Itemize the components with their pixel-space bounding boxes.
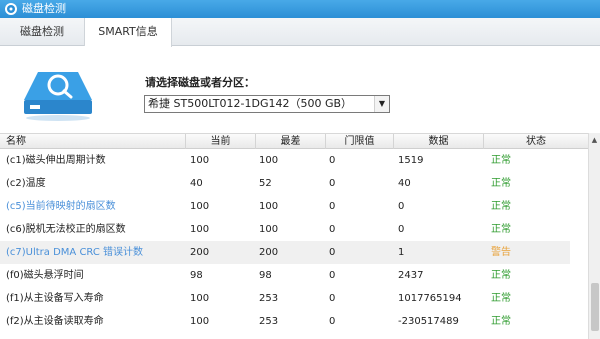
table-row-selected[interactable]: (c7)Ultra DMA CRC 错误计数 200 200 0 1 警告 [0,241,570,264]
row-threshold: 0 [329,247,336,258]
row-data: -230517489 [398,316,459,327]
column-header-data[interactable]: 数据 [394,134,484,149]
table-header: 名称 当前 最差 门限值 数据 状态 [0,133,588,149]
row-name: (f1)从主设备写入寿命 [6,293,104,304]
row-current: 100 [190,224,210,235]
tab-smart-info[interactable]: SMART信息 [85,18,172,47]
row-status: 警告 [491,247,511,258]
row-status: 正常 [491,201,511,212]
row-current: 100 [190,201,210,212]
row-status: 正常 [491,224,511,235]
row-data: 1 [398,247,405,258]
row-data: 0 [398,224,405,235]
disk-check-icon [5,3,17,15]
table-scrollbar[interactable]: ▲ [588,133,600,339]
window-title: 磁盘检测 [22,2,66,15]
column-header-current[interactable]: 当前 [186,134,256,149]
row-current: 100 [190,316,210,327]
table-row[interactable]: (f0)磁头悬浮时间 98 98 0 2437 正常 [0,264,570,287]
column-header-worst[interactable]: 最差 [256,134,326,149]
disk-select-value: 希捷 ST500LT012-1DG142（500 GB） [148,97,353,110]
row-name: (c1)磁头伸出周期计数 [6,155,106,166]
row-threshold: 0 [329,155,336,166]
column-header-threshold[interactable]: 门限值 [326,134,394,149]
scrollbar-thumb[interactable] [591,283,599,331]
row-name: (c6)脱机无法校正的扇区数 [6,224,126,235]
row-name: (f0)磁头悬浮时间 [6,270,84,281]
row-current: 100 [190,293,210,304]
row-status: 正常 [491,293,511,304]
row-worst: 100 [259,201,279,212]
row-worst: 253 [259,293,279,304]
smart-table: 名称 当前 最差 门限值 数据 状态 (c1)磁头伸出周期计数 100 100 … [0,133,588,339]
row-worst: 253 [259,316,279,327]
row-data: 1519 [398,155,424,166]
row-name: (c7)Ultra DMA CRC 错误计数 [6,247,144,258]
row-threshold: 0 [329,270,336,281]
row-status: 正常 [491,316,511,327]
row-data: 0 [398,201,405,212]
disk-select-label: 请选择磁盘或者分区： [145,76,255,89]
table-row[interactable]: (c1)磁头伸出周期计数 100 100 0 1519 正常 [0,149,570,172]
table-row[interactable]: (f1)从主设备写入寿命 100 253 0 1017765194 正常 [0,287,570,310]
row-status: 正常 [491,270,511,281]
row-threshold: 0 [329,293,336,304]
title-bar: 磁盘检测 [0,0,600,18]
chevron-down-icon[interactable]: ▼ [374,96,389,112]
row-name: (c5)当前待映射的扇区数 [6,201,116,212]
row-worst: 52 [259,178,272,189]
row-threshold: 0 [329,178,336,189]
disk-search-icon [24,72,92,121]
row-current: 100 [190,155,210,166]
table-row[interactable]: (f2)从主设备读取寿命 100 253 0 -230517489 正常 [0,310,570,333]
table-row[interactable]: (c2)温度 40 52 0 40 正常 [0,172,570,195]
column-header-name[interactable]: 名称 [0,134,186,149]
row-current: 98 [190,270,203,281]
table-row[interactable]: (c6)脱机无法校正的扇区数 100 100 0 0 正常 [0,218,570,241]
row-name: (c2)温度 [6,178,46,189]
row-threshold: 0 [329,201,336,212]
row-data: 1017765194 [398,293,462,304]
row-status: 正常 [491,155,511,166]
row-current: 200 [190,247,210,258]
row-name: (f2)从主设备读取寿命 [6,316,104,327]
row-worst: 100 [259,224,279,235]
row-threshold: 0 [329,316,336,327]
table-row[interactable]: (c5)当前待映射的扇区数 100 100 0 0 正常 [0,195,570,218]
scroll-up-icon[interactable]: ▲ [589,133,600,147]
row-data: 40 [398,178,411,189]
row-worst: 100 [259,155,279,166]
disk-select[interactable]: 希捷 ST500LT012-1DG142（500 GB） ▼ [144,95,390,113]
row-worst: 200 [259,247,279,258]
tab-strip: 磁盘检测 SMART信息 [0,18,600,47]
row-data: 2437 [398,270,424,281]
column-header-status[interactable]: 状态 [484,134,588,149]
row-threshold: 0 [329,224,336,235]
row-status: 正常 [491,178,511,189]
tab-disk-check[interactable]: 磁盘检测 [0,18,85,46]
row-worst: 98 [259,270,272,281]
row-current: 40 [190,178,203,189]
